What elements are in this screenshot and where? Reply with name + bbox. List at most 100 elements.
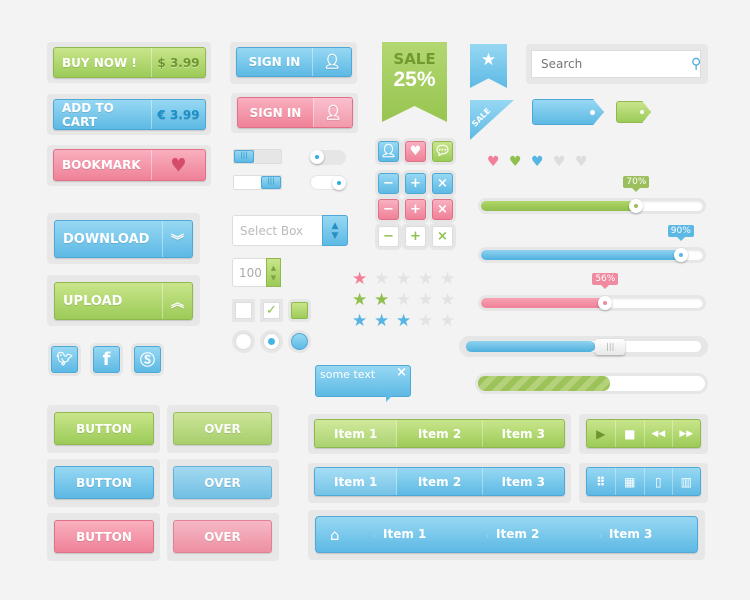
search-input[interactable] [532, 57, 691, 71]
price: € 3.99 [151, 100, 205, 129]
sign-in-button-blue[interactable]: SIGN IN 👤︎ [236, 47, 352, 77]
star-icon[interactable]: ★ [396, 313, 411, 330]
number-input[interactable]: 100 ▲ ▼ [232, 258, 281, 287]
slide-toggle-on[interactable]: ||| [233, 175, 282, 190]
download-button[interactable]: DOWNLOAD ︾ [54, 220, 193, 258]
button-blue-over[interactable]: OVER [173, 466, 272, 499]
close-icon[interactable]: × [396, 365, 407, 380]
heart-icon[interactable]: ♥ [509, 155, 522, 169]
star-icon[interactable]: ★ [440, 292, 455, 309]
segment-item[interactable]: Item 2 [397, 420, 483, 447]
heart-icon[interactable]: ♥ [405, 141, 426, 162]
star-icon[interactable]: ★ [374, 313, 389, 330]
sign-in-button-pink[interactable]: SIGN IN 👤︎ [237, 97, 353, 128]
bookmark-button[interactable]: BOOKMARK ♥ [53, 149, 206, 181]
fast-forward-icon[interactable]: ▶▶ [673, 420, 701, 447]
button-blue[interactable]: BUTTON [54, 466, 154, 499]
star-icon[interactable]: ★ [352, 292, 367, 309]
button-pink[interactable]: BUTTON [54, 520, 154, 553]
star-icon[interactable]: ★ [396, 292, 411, 309]
button-green[interactable]: BUTTON [54, 412, 154, 445]
rewind-icon[interactable]: ◀◀ [645, 420, 673, 447]
minus-icon[interactable]: − [378, 173, 399, 194]
plus-icon[interactable]: + [405, 226, 426, 247]
heart-icon[interactable]: ♥ [575, 155, 588, 169]
star-icon[interactable]: ★ [418, 271, 433, 288]
star-icon[interactable]: ★ [374, 271, 389, 288]
skype-icon[interactable]: Ⓢ [134, 346, 161, 373]
checkbox-filled[interactable] [291, 302, 308, 319]
select-box-placeholder: Select Box [240, 223, 304, 238]
large-slider[interactable]: ||| [459, 336, 708, 357]
grid-small-icon[interactable]: ⠿ [587, 468, 616, 495]
columns-icon[interactable]: ▥ [673, 468, 701, 495]
checkbox-unchecked[interactable] [235, 302, 252, 319]
slide-toggle-off[interactable]: ||| [233, 149, 282, 164]
star-icon[interactable]: ★ [440, 271, 455, 288]
slider-handle[interactable]: ||| [595, 339, 626, 355]
slider-pink[interactable] [481, 296, 703, 310]
close-icon[interactable]: × [432, 199, 453, 220]
close-icon[interactable]: × [432, 226, 453, 247]
radio-unchecked[interactable] [235, 333, 252, 350]
up-down-arrows-icon[interactable]: ▲ ▼ [322, 215, 348, 246]
home-icon[interactable]: ⌂ [330, 526, 340, 544]
breadcrumb-item[interactable]: Item 1 [383, 527, 426, 541]
slider-value-bubble: 90% [667, 225, 694, 241]
facebook-icon[interactable]: f [93, 346, 120, 373]
round-toggle-on[interactable] [310, 175, 346, 190]
minus-icon[interactable]: − [378, 199, 399, 220]
button-green-over[interactable]: OVER [173, 412, 272, 445]
slider-knob[interactable] [673, 248, 688, 262]
slider-knob[interactable] [629, 199, 644, 213]
star-icon[interactable]: ★ [440, 313, 455, 330]
slider-value-bubble: 56% [592, 273, 619, 289]
sale-corner-text: SALE [470, 106, 493, 129]
close-icon[interactable]: × [432, 173, 453, 194]
radio-filled[interactable] [291, 333, 308, 350]
slider-blue[interactable] [481, 248, 703, 262]
segment-item[interactable]: Item 1 [315, 468, 398, 495]
spinner-icon[interactable]: ▲ ▼ [266, 258, 281, 287]
chat-bubble-icon[interactable]: 💬︎ [432, 141, 453, 162]
segment-item[interactable]: Item 1 [315, 420, 398, 447]
stop-icon[interactable]: ■ [616, 420, 645, 447]
plus-icon[interactable]: + [405, 199, 426, 220]
price-tag-blue[interactable] [532, 99, 604, 125]
segment-item[interactable]: Item 3 [483, 468, 564, 495]
play-icon[interactable]: ▶ [587, 420, 616, 447]
star-icon[interactable]: ★ [396, 271, 411, 288]
select-box[interactable]: Select Box ▲ ▼ [232, 215, 348, 246]
heart-icon[interactable]: ♥ [553, 155, 566, 169]
plus-icon[interactable]: + [405, 173, 426, 194]
star-bookmark-ribbon[interactable]: ★ [470, 44, 507, 88]
segment-item[interactable]: Item 2 [397, 468, 483, 495]
round-toggle-off[interactable] [310, 150, 346, 165]
star-icon[interactable]: ★ [352, 271, 367, 288]
star-icon[interactable]: ★ [418, 292, 433, 309]
breadcrumb-item[interactable]: Item 3 [609, 527, 652, 541]
heart-icon[interactable]: ♥ [531, 155, 544, 169]
price-tag-green[interactable] [616, 101, 651, 123]
segment-item[interactable]: Item 3 [483, 420, 564, 447]
user-icon[interactable]: 👤︎ [378, 141, 399, 162]
checkbox-checked[interactable]: ✓ [263, 302, 280, 319]
breadcrumb-item[interactable]: Item 2 [496, 527, 539, 541]
star-icon[interactable]: ★ [418, 313, 433, 330]
slider-green[interactable] [481, 199, 703, 213]
upload-button[interactable]: UPLOAD ︽ [54, 282, 193, 320]
star-icon[interactable]: ★ [352, 313, 367, 330]
star-icon[interactable]: ★ [374, 292, 389, 309]
search-icon[interactable]: ⚲ [691, 56, 708, 72]
twitter-icon[interactable]: 🐦︎ [51, 346, 78, 373]
buy-now-button[interactable]: BUY NOW ! $ 3.99 [53, 47, 206, 78]
search-field[interactable]: ⚲ [531, 50, 701, 78]
carousel-icon[interactable]: ▯ [645, 468, 673, 495]
radio-checked[interactable] [263, 333, 280, 350]
grid-large-icon[interactable]: ▦ [616, 468, 645, 495]
add-to-cart-button[interactable]: ADD TO CART € 3.99 [53, 99, 206, 130]
slider-knob[interactable] [598, 296, 613, 310]
minus-icon[interactable]: − [378, 226, 399, 247]
heart-icon[interactable]: ♥ [487, 155, 500, 169]
button-pink-over[interactable]: OVER [173, 520, 272, 553]
